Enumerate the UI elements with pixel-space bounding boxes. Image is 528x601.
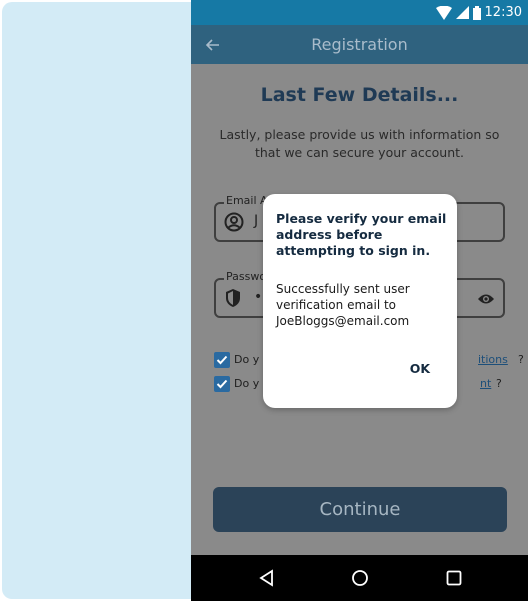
page-heading: Last Few Details... xyxy=(260,84,459,106)
square-recents-icon[interactable] xyxy=(445,569,463,587)
shield-icon xyxy=(224,288,244,308)
password-field-label: Passwo xyxy=(224,270,269,283)
dialog-ok-button[interactable]: OK xyxy=(410,361,430,376)
app-bar-title: Registration xyxy=(311,35,408,54)
triangle-back-icon[interactable] xyxy=(258,569,276,587)
dialog-title: Please verify your email address before … xyxy=(276,211,447,258)
verification-dialog: Please verify your email address before … xyxy=(263,194,457,408)
eye-icon[interactable] xyxy=(477,291,495,305)
terms-checkbox-label: Do y xyxy=(234,353,260,366)
android-nav-bar xyxy=(191,555,528,601)
terms-question-mark: ? xyxy=(518,353,524,366)
dialog-message: Successfully sent user verification emai… xyxy=(276,282,410,328)
status-time: 12:30 xyxy=(484,5,522,20)
password-field-value: • xyxy=(254,289,263,305)
wifi-icon xyxy=(435,5,452,20)
consent-checkbox[interactable] xyxy=(214,376,230,392)
consent-checkbox-label: Do y xyxy=(234,377,260,390)
battery-icon xyxy=(472,5,481,20)
app-bar: Registration xyxy=(191,25,528,64)
email-field-value: J xyxy=(254,213,259,229)
terms-checkbox[interactable] xyxy=(214,352,230,368)
consent-question-mark: ? xyxy=(496,377,502,390)
account-circle-icon xyxy=(224,212,244,232)
status-bar: 12:30 xyxy=(191,0,528,25)
consent-link[interactable]: nt xyxy=(480,377,491,390)
page-subtitle: Lastly, please provide us with informati… xyxy=(219,127,500,160)
signal-icon xyxy=(455,6,469,19)
circle-home-icon[interactable] xyxy=(351,569,369,587)
terms-link[interactable]: itions xyxy=(478,353,508,366)
continue-button[interactable]: Continue xyxy=(213,487,507,532)
